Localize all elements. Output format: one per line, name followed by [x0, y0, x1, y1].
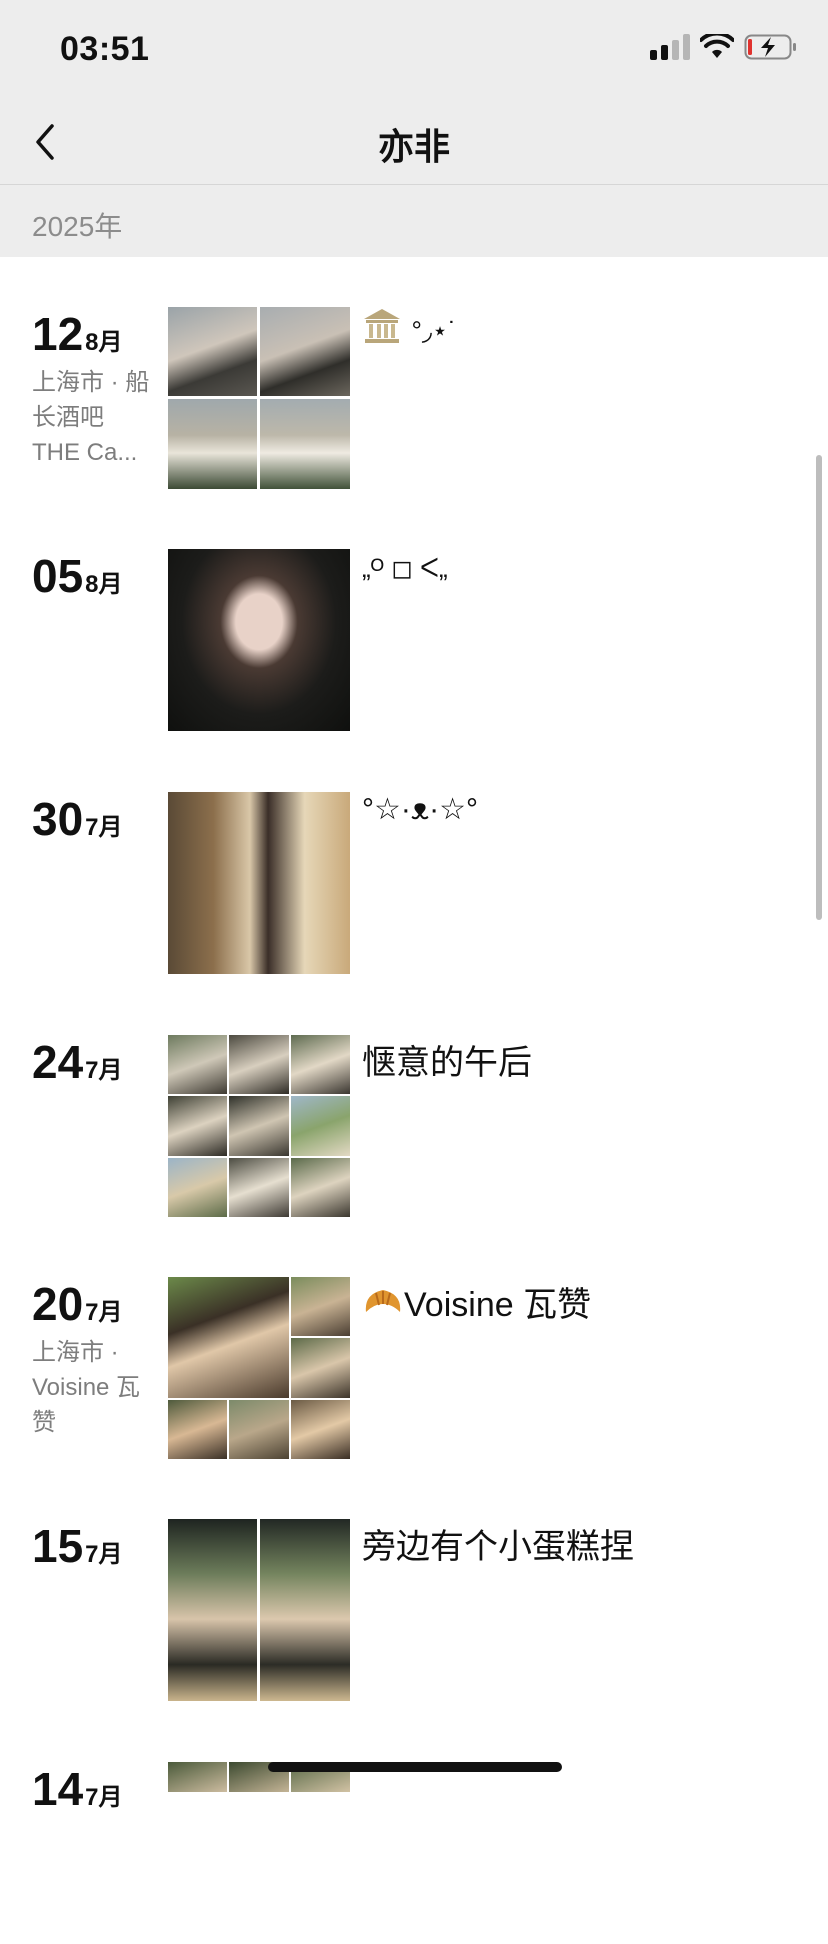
entry-month: 7月 [85, 1299, 123, 1326]
entry-month: 7月 [85, 814, 123, 841]
entry-day: 05 [32, 550, 84, 602]
photo-thumbnail[interactable] [291, 1035, 350, 1094]
entry-caption: °◞⋆˙ [362, 307, 457, 354]
caption-text: Voisine 瓦赞 [404, 1286, 592, 1324]
photo-thumbnail[interactable] [168, 1762, 227, 1792]
photo-thumbnail[interactable] [291, 1277, 350, 1336]
entry-month: 7月 [85, 1541, 123, 1568]
entry-date: 147月 [32, 1762, 123, 1816]
photo-thumbnail[interactable] [168, 1035, 227, 1094]
photo-grid[interactable] [168, 1762, 350, 1944]
status-bar: 03:51 [0, 0, 828, 100]
wifi-icon [700, 34, 734, 60]
entry-caption: °☆·ᴥ·☆° [362, 793, 478, 826]
entry-day: 20 [32, 1278, 84, 1330]
photo-grid[interactable] [168, 549, 350, 731]
entry-date: 307月 [32, 792, 123, 846]
entry-day: 14 [32, 1763, 84, 1815]
entry-day: 30 [32, 793, 84, 845]
entry-date: 207月 [32, 1277, 123, 1331]
entry-month: 7月 [85, 1057, 123, 1084]
photo-thumbnail[interactable] [291, 1338, 350, 1398]
entry-caption: 惬意的午后 [362, 1044, 532, 1082]
photo-thumbnail[interactable] [229, 1158, 289, 1217]
photo-grid[interactable] [168, 1519, 350, 1701]
photo-thumbnail[interactable] [168, 1400, 227, 1459]
photo-thumbnail[interactable] [168, 1277, 289, 1398]
photo-thumbnail[interactable] [260, 399, 350, 489]
entry-caption: „ᴼ ◻ ᐸ„ [362, 553, 448, 583]
photo-grid[interactable] [168, 307, 350, 489]
photo-thumbnail[interactable] [229, 1400, 289, 1459]
entry-day: 12 [32, 308, 84, 360]
caption-text: °◞⋆˙ [411, 315, 457, 346]
home-indicator[interactable] [268, 1762, 562, 1772]
entry-month: 7月 [85, 1784, 123, 1811]
status-time: 03:51 [60, 30, 150, 68]
photo-thumbnail[interactable] [168, 399, 257, 489]
top-bar: 03:51 亦非 [0, 0, 828, 184]
croissant-icon [362, 1284, 404, 1331]
entry-day: 15 [32, 1520, 84, 1572]
entry-location: 上海市 · Voisine 瓦赞 [32, 1339, 141, 1436]
photo-thumbnail[interactable] [229, 1035, 289, 1094]
photo-thumbnail[interactable] [291, 1158, 350, 1217]
photo-thumbnail[interactable] [291, 1400, 350, 1459]
photo-grid[interactable] [168, 1035, 350, 1217]
cellular-signal-icon [650, 34, 690, 60]
entry-caption: Voisine 瓦赞 [362, 1277, 591, 1331]
page-title: 亦非 [377, 126, 450, 167]
photo-thumbnail[interactable] [260, 1519, 350, 1701]
entry-month: 8月 [85, 329, 123, 356]
battery-charging-icon [744, 34, 798, 60]
photo-thumbnail[interactable] [229, 1096, 289, 1156]
photo-thumbnail[interactable] [168, 307, 257, 396]
entry-day: 24 [32, 1036, 84, 1088]
entry-date: 247月 [32, 1035, 123, 1089]
vertical-scrollbar[interactable] [816, 455, 822, 920]
status-icons [650, 34, 798, 60]
entry-date: 058月 [32, 549, 123, 603]
photo-thumbnail[interactable] [260, 307, 350, 396]
entry-date: 157月 [32, 1519, 123, 1573]
entry-location: 上海市 · 船长酒吧 THE Ca... [32, 369, 150, 466]
photo-thumbnail[interactable] [168, 1158, 227, 1217]
entry-caption: 旁边有个小蛋糕捏 [362, 1528, 634, 1566]
photo-thumbnail[interactable] [168, 549, 350, 731]
photo-grid[interactable] [168, 792, 350, 974]
navigation-bar: 亦非 [0, 100, 828, 184]
photo-thumbnail[interactable] [291, 1096, 350, 1156]
year-section-header: 2025年 [0, 185, 828, 257]
photo-thumbnail[interactable] [168, 792, 350, 974]
photo-thumbnail[interactable] [168, 1519, 257, 1701]
entry-month: 8月 [85, 571, 123, 598]
entry-date: 128月 [32, 307, 123, 361]
museum-icon [362, 307, 402, 354]
photo-grid[interactable] [168, 1277, 350, 1459]
photo-thumbnail[interactable] [168, 1096, 227, 1156]
year-label: 2025年 [32, 211, 123, 242]
